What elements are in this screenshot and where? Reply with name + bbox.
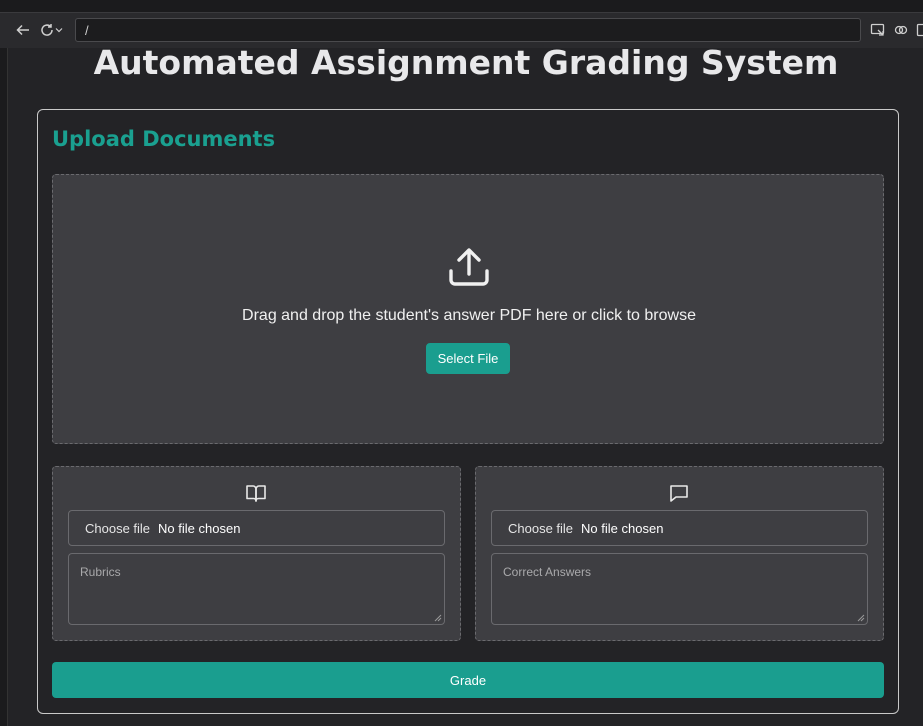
rubrics-file-input[interactable]: Choose file No file chosen (68, 510, 445, 546)
sidebar-icon[interactable] (916, 22, 923, 38)
address-bar[interactable]: / (75, 18, 861, 42)
answers-textarea[interactable]: Correct Answers (491, 553, 868, 625)
link-icon[interactable] (893, 22, 909, 38)
rubrics-file-status: No file chosen (158, 520, 241, 536)
upload-card: Upload Documents Drag and drop the stude… (37, 109, 899, 714)
resize-handle-icon[interactable] (434, 614, 442, 622)
pdf-dropzone[interactable]: Drag and drop the student's answer PDF h… (52, 174, 884, 444)
rubrics-panel: Choose file No file chosen Rubrics (52, 466, 461, 641)
rubrics-textarea[interactable]: Rubrics (68, 553, 445, 625)
answers-placeholder: Correct Answers (503, 565, 592, 579)
answers-file-status: No file chosen (581, 520, 664, 536)
rubrics-placeholder: Rubrics (80, 565, 121, 579)
answers-file-input[interactable]: Choose file No file chosen (491, 510, 868, 546)
chevron-down-icon[interactable] (54, 21, 64, 39)
dropzone-instructions: Drag and drop the student's answer PDF h… (242, 307, 696, 324)
upload-heading: Upload Documents (52, 127, 276, 151)
grade-button[interactable]: Grade (52, 662, 884, 698)
url-text: / (85, 23, 89, 38)
book-icon (245, 482, 267, 504)
resize-handle-icon[interactable] (857, 614, 865, 622)
back-icon[interactable] (14, 21, 32, 39)
page-title: Automated Assignment Grading System (93, 43, 839, 82)
answers-choose-file-button[interactable]: Choose file (508, 521, 573, 536)
select-file-button[interactable]: Select File (426, 343, 510, 374)
upload-icon (448, 247, 490, 287)
message-icon (668, 482, 690, 504)
cast-icon[interactable] (870, 22, 886, 38)
rubrics-choose-file-button[interactable]: Choose file (85, 521, 150, 536)
answers-panel: Choose file No file chosen Correct Answe… (475, 466, 884, 641)
page-content: Automated Assignment Grading System Uplo… (7, 43, 923, 726)
